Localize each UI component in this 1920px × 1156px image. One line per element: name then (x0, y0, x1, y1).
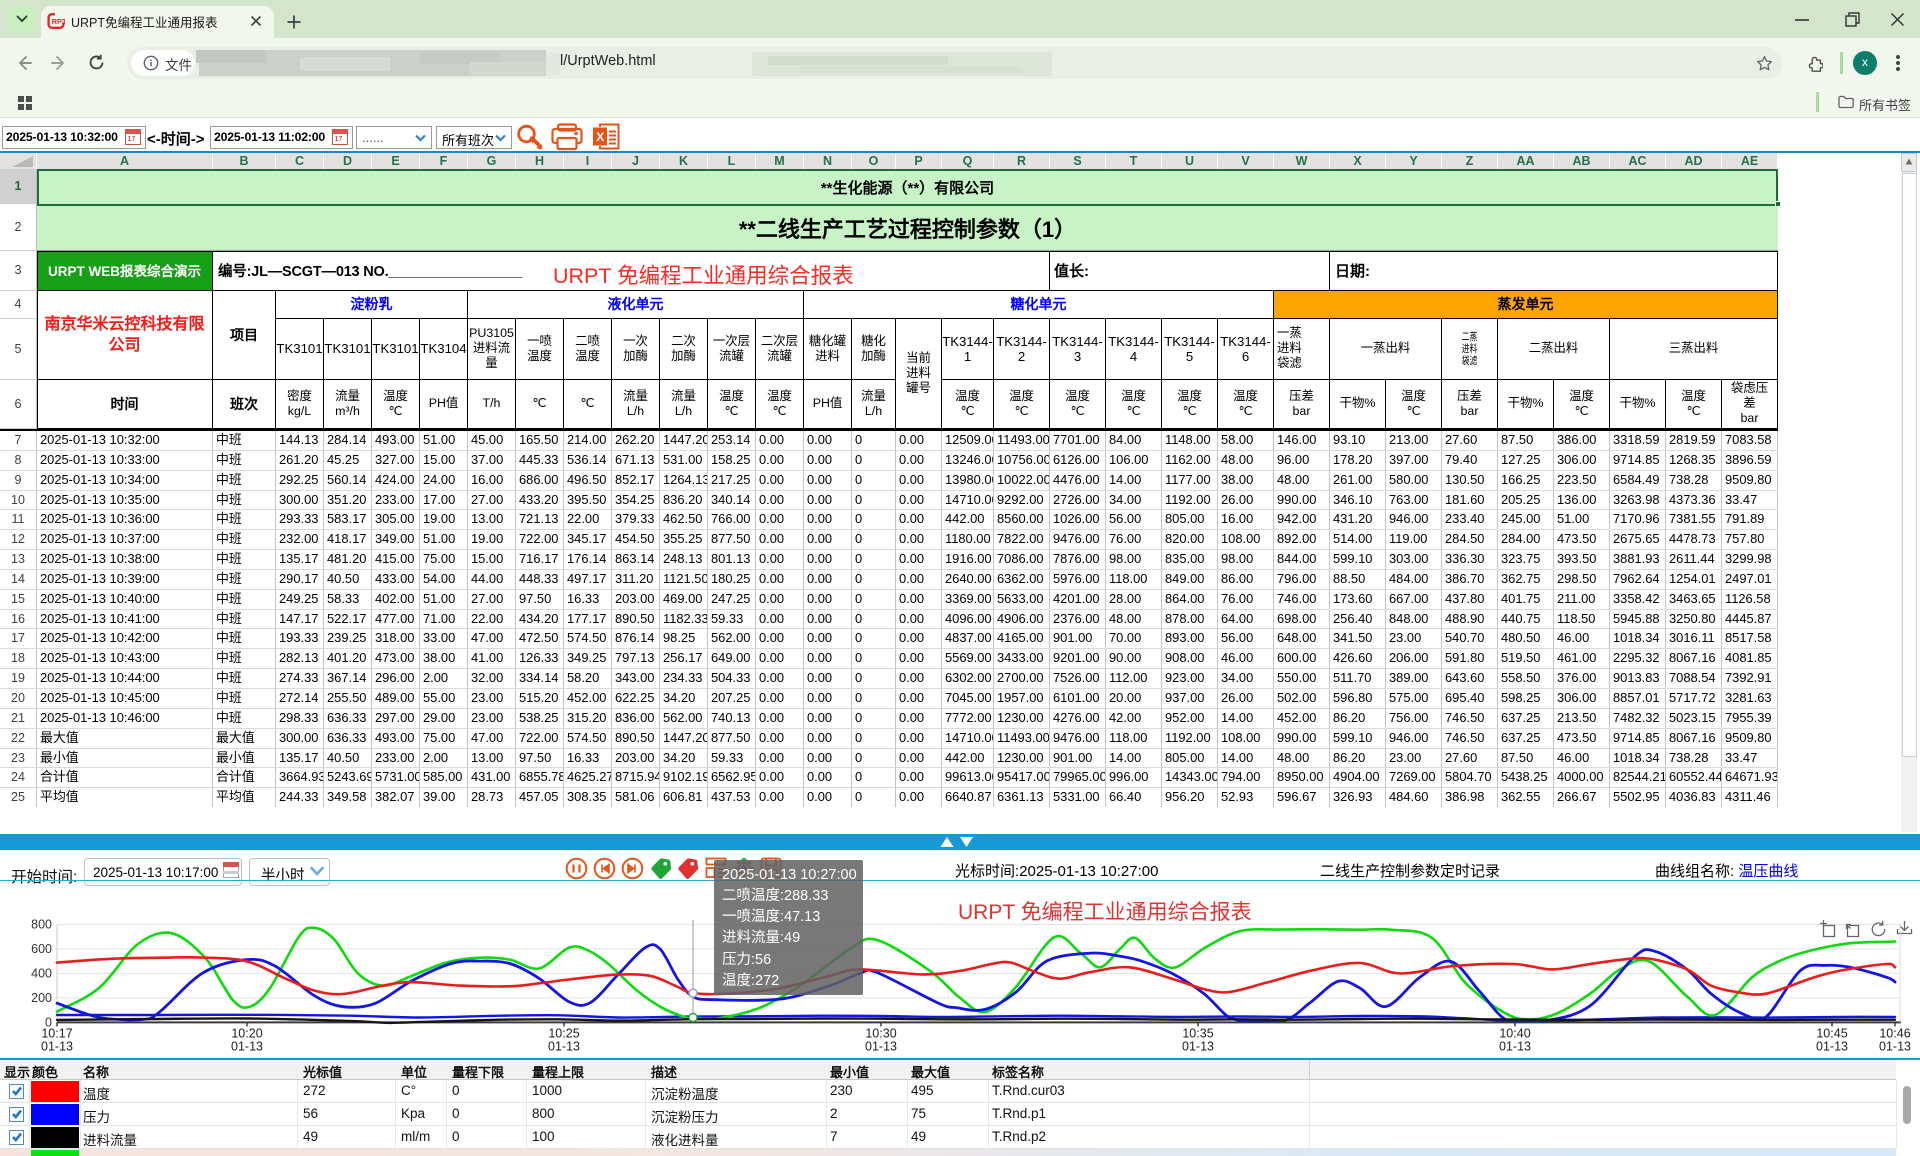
svg-text:400: 400 (31, 966, 52, 980)
svg-text:X: X (596, 130, 604, 144)
svg-text:01-13: 01-13 (1182, 1039, 1214, 1053)
svg-text:10:25: 10:25 (548, 1026, 579, 1040)
svg-text:01-13: 01-13 (1879, 1039, 1911, 1053)
svg-text:10:20: 10:20 (231, 1026, 262, 1040)
svg-text:01-13: 01-13 (1499, 1039, 1531, 1053)
svg-text:01-13: 01-13 (41, 1039, 73, 1053)
svg-text:01-13: 01-13 (548, 1039, 580, 1053)
svg-text:RPT: RPT (52, 17, 65, 26)
svg-text:10:46: 10:46 (1879, 1026, 1910, 1040)
svg-text:600: 600 (31, 942, 52, 956)
svg-text:10:30: 10:30 (865, 1026, 896, 1040)
svg-text:200: 200 (31, 991, 52, 1005)
svg-text:800: 800 (31, 917, 52, 931)
svg-text:01-13: 01-13 (1816, 1039, 1848, 1053)
svg-text:10:45: 10:45 (1816, 1026, 1847, 1040)
svg-text:10:17: 10:17 (41, 1026, 72, 1040)
svg-text:10:40: 10:40 (1499, 1026, 1530, 1040)
svg-text:10:35: 10:35 (1182, 1026, 1213, 1040)
svg-text:01-13: 01-13 (865, 1039, 897, 1053)
svg-text:01-13: 01-13 (231, 1039, 263, 1053)
